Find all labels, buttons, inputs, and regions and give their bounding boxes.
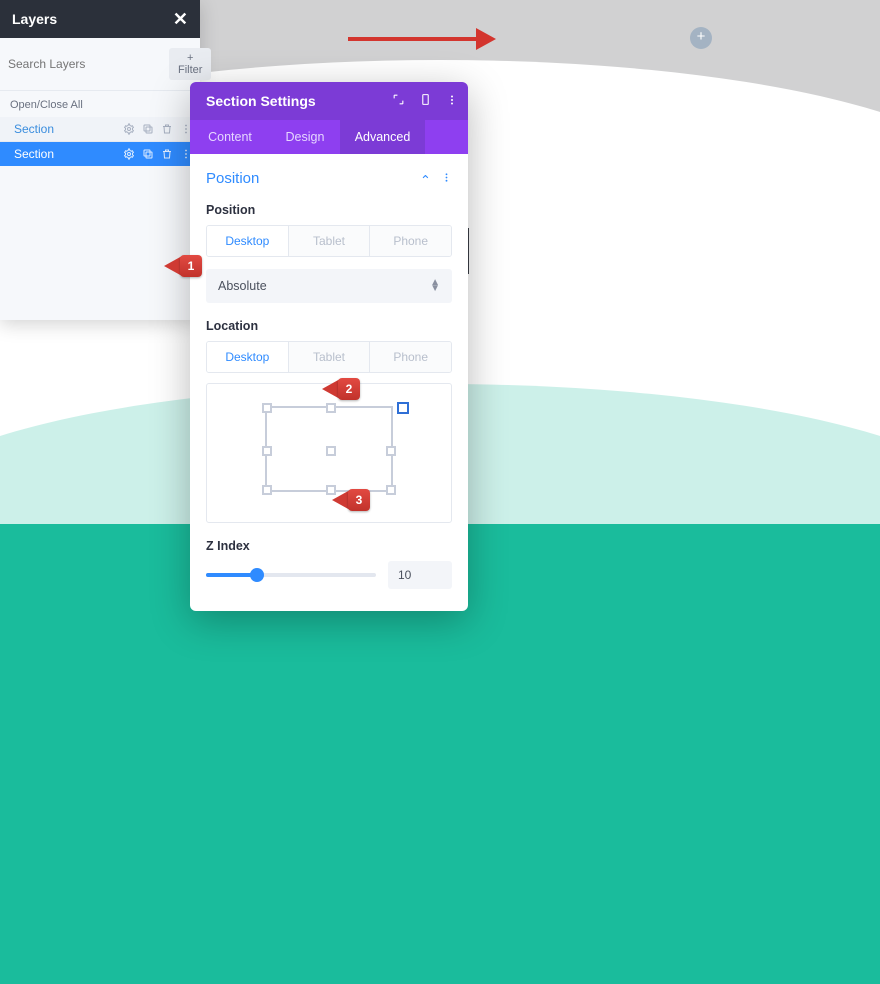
duplicate-icon[interactable]: [142, 148, 154, 160]
layer-item-active[interactable]: Section: [0, 142, 200, 166]
chevron-up-icon[interactable]: ⌄: [420, 171, 431, 187]
trash-icon[interactable]: [161, 148, 173, 160]
device-preview-icon[interactable]: [419, 93, 432, 109]
tab-design[interactable]: Design: [270, 120, 340, 154]
layers-search-row: + Filter: [0, 38, 200, 90]
gear-icon[interactable]: [123, 148, 135, 160]
anchor-middle-center[interactable]: [326, 446, 336, 456]
location-device-toggle: Desktop Tablet Phone: [206, 341, 452, 373]
anchor-middle-left[interactable]: [262, 446, 272, 456]
more-icon[interactable]: [446, 93, 458, 110]
zindex-input[interactable]: [388, 561, 452, 589]
anchor-top-right-selected[interactable]: [397, 402, 409, 414]
layer-label: Section: [14, 122, 54, 136]
gear-icon[interactable]: [123, 123, 135, 135]
section-settings-panel: Section Settings Content Design Advanced…: [190, 82, 468, 611]
layers-header: Layers ✕: [0, 0, 200, 38]
position-select[interactable]: Absolute ▲▼: [206, 269, 452, 303]
device-phone[interactable]: Phone: [369, 226, 451, 256]
device-phone[interactable]: Phone: [369, 342, 451, 372]
anchor-bottom-right[interactable]: [386, 485, 396, 495]
tab-advanced[interactable]: Advanced: [340, 120, 425, 154]
device-tablet[interactable]: Tablet: [288, 342, 370, 372]
annotation-arrow: [348, 30, 498, 50]
zindex-label: Z Index: [206, 539, 452, 553]
device-tablet[interactable]: Tablet: [288, 226, 370, 256]
annotation-step-3: 3: [332, 489, 370, 511]
location-label: Location: [206, 319, 452, 333]
duplicate-icon[interactable]: [142, 123, 154, 135]
open-close-all[interactable]: Open/Close All: [0, 90, 200, 117]
annotation-step-1: 1: [164, 255, 202, 277]
position-label: Position: [206, 203, 452, 217]
position-value: Absolute: [218, 279, 267, 293]
device-desktop[interactable]: Desktop: [207, 226, 288, 256]
anchor-top-center[interactable]: [326, 403, 336, 413]
zindex-slider[interactable]: [206, 573, 376, 577]
add-section-button[interactable]: +: [690, 27, 712, 49]
expand-icon[interactable]: [392, 93, 405, 109]
layer-item[interactable]: Section: [0, 117, 200, 142]
select-caret-icon: ▲▼: [430, 280, 440, 292]
settings-title: Section Settings: [206, 93, 316, 109]
location-anchor-picker: [206, 383, 452, 523]
position-device-toggle: Desktop Tablet Phone: [206, 225, 452, 257]
anchor-bottom-left[interactable]: [262, 485, 272, 495]
trash-icon[interactable]: [161, 123, 173, 135]
search-input[interactable]: [8, 57, 163, 71]
annotation-step-2: 2: [322, 378, 360, 400]
settings-tabs: Content Design Advanced: [190, 120, 468, 154]
layers-title: Layers: [12, 11, 57, 27]
device-desktop[interactable]: Desktop: [207, 342, 288, 372]
accordion-position[interactable]: Position ⌄: [206, 170, 452, 187]
settings-header: Section Settings: [190, 82, 468, 120]
close-icon[interactable]: ✕: [173, 9, 188, 30]
filter-button[interactable]: + Filter: [169, 48, 211, 80]
accordion-title: Position: [206, 170, 259, 187]
anchor-middle-right[interactable]: [386, 446, 396, 456]
layer-label: Section: [14, 147, 54, 161]
tab-content[interactable]: Content: [190, 120, 270, 154]
anchor-top-left[interactable]: [262, 403, 272, 413]
more-icon[interactable]: [441, 171, 452, 187]
